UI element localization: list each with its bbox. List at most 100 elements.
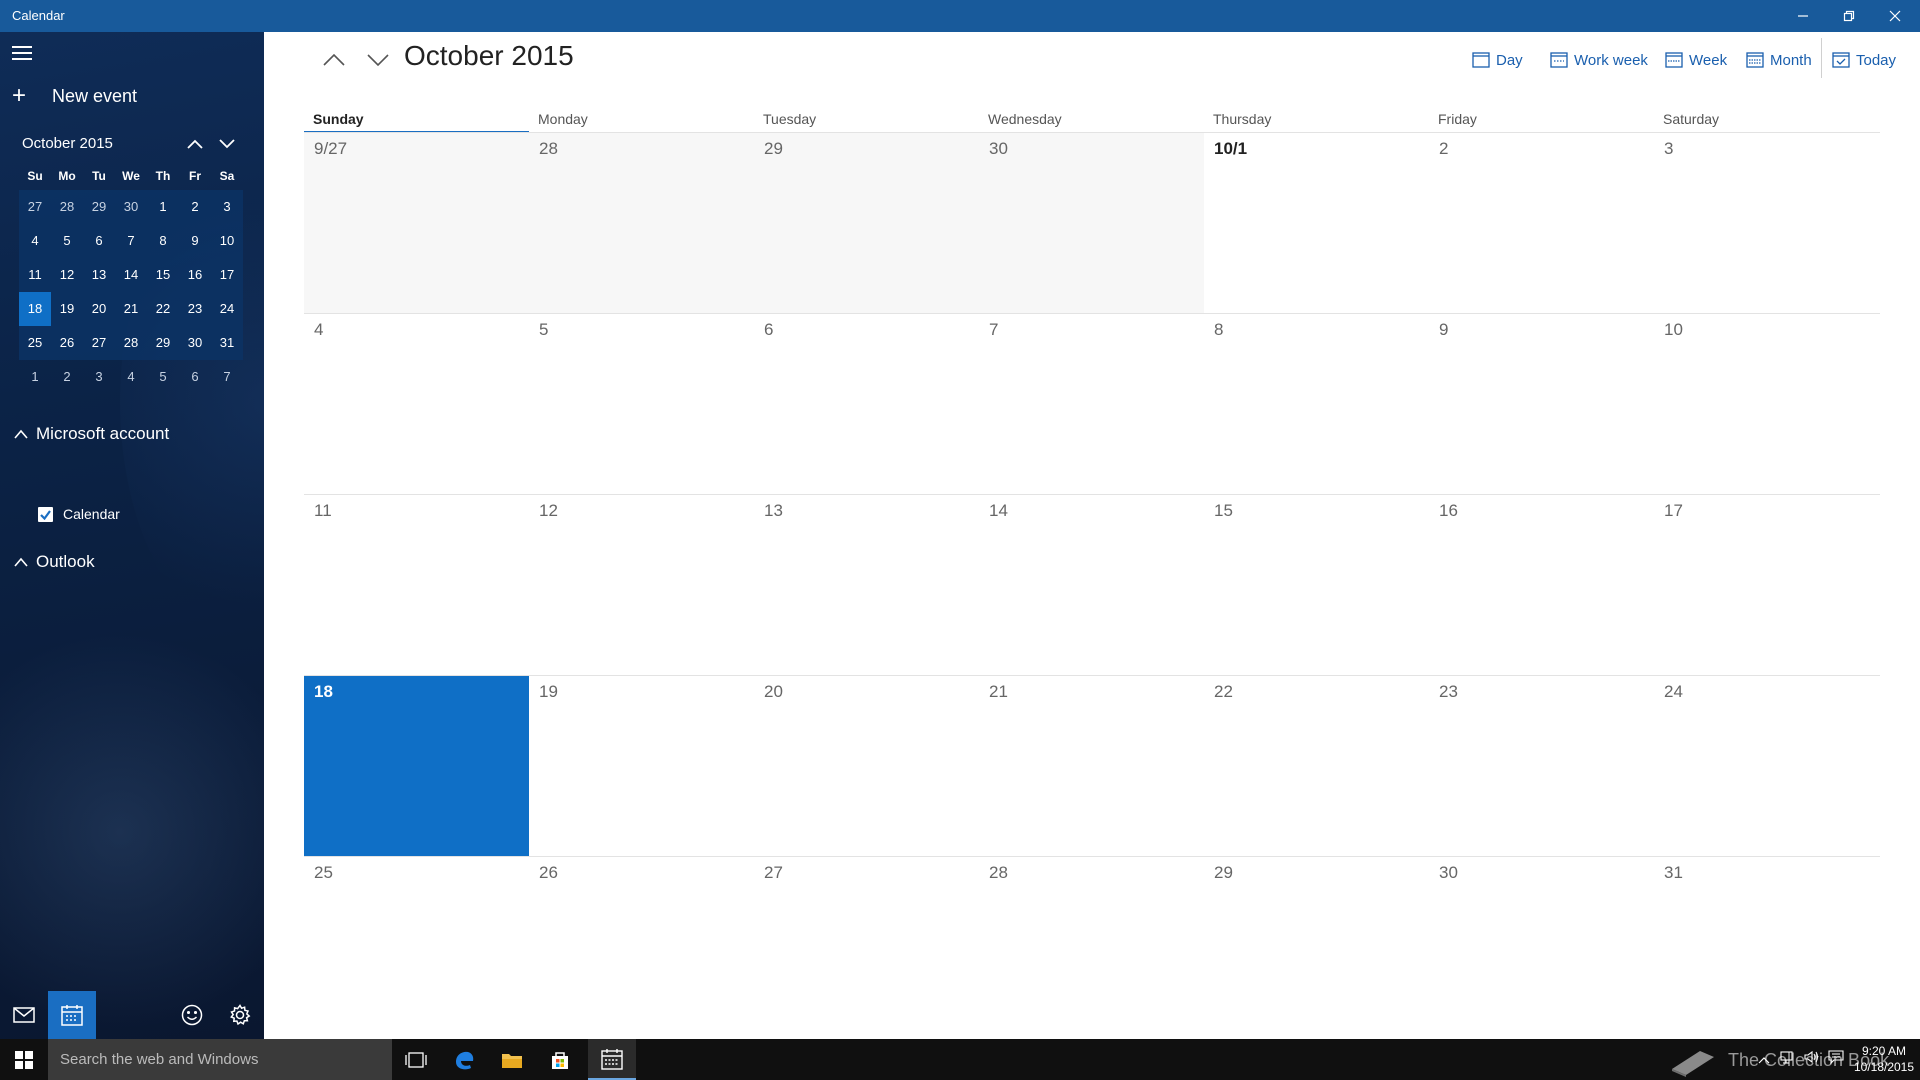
mini-calendar-day[interactable]: 11 — [19, 258, 51, 292]
mini-calendar-day[interactable]: 18 — [19, 292, 51, 326]
calendar-day-cell[interactable]: 7 — [979, 313, 1204, 494]
previous-month-button[interactable] — [316, 44, 352, 76]
mini-calendar-day[interactable]: 8 — [147, 224, 179, 258]
calendar-day-cell[interactable]: 14 — [979, 494, 1204, 675]
calendar-day-cell[interactable]: 22 — [1204, 675, 1429, 856]
calendar-day-cell[interactable]: 18 — [304, 675, 529, 856]
mini-calendar-day[interactable]: 5 — [147, 360, 179, 394]
calendar-day-cell[interactable]: 27 — [754, 856, 979, 1038]
calendar-day-cell[interactable]: 31 — [1654, 856, 1880, 1038]
mini-calendar-title[interactable]: October 2015 — [22, 135, 242, 152]
store-button[interactable] — [536, 1039, 584, 1080]
feedback-button[interactable] — [168, 991, 216, 1039]
calendar-day-cell[interactable]: 30 — [979, 132, 1204, 313]
mini-calendar-day[interactable]: 2 — [51, 360, 83, 394]
minimize-button[interactable] — [1780, 0, 1826, 32]
calendar-day-cell[interactable]: 24 — [1654, 675, 1880, 856]
calendar-day-cell[interactable]: 28 — [529, 132, 754, 313]
calendar-day-cell[interactable]: 19 — [529, 675, 754, 856]
edge-browser-button[interactable] — [440, 1039, 488, 1080]
next-month-button[interactable] — [360, 44, 396, 76]
file-explorer-button[interactable] — [488, 1039, 536, 1080]
calendar-day-cell[interactable]: 28 — [979, 856, 1204, 1038]
mini-calendar-next-button[interactable] — [216, 134, 238, 154]
calendar-day-cell[interactable]: 16 — [1429, 494, 1654, 675]
restore-button[interactable] — [1826, 0, 1872, 32]
mini-calendar-day[interactable]: 21 — [115, 292, 147, 326]
mini-calendar-day[interactable]: 28 — [115, 326, 147, 360]
mini-calendar-day[interactable]: 17 — [211, 258, 243, 292]
calendar-day-cell[interactable]: 29 — [754, 132, 979, 313]
calendar-day-cell[interactable]: 11 — [304, 494, 529, 675]
calendar-checkbox-item[interactable]: Calendar — [38, 506, 120, 522]
mini-calendar-day[interactable]: 19 — [51, 292, 83, 326]
taskbar-search-box[interactable]: Search the web and Windows — [48, 1039, 392, 1080]
calendar-day-cell[interactable]: 17 — [1654, 494, 1880, 675]
mini-calendar-day[interactable]: 27 — [19, 190, 51, 224]
calendar-day-cell[interactable]: 26 — [529, 856, 754, 1038]
mini-calendar-day[interactable]: 22 — [147, 292, 179, 326]
view-week-button[interactable]: Week — [1665, 44, 1727, 76]
calendar-app-taskbar-button[interactable] — [588, 1039, 636, 1080]
calendar-day-cell[interactable]: 21 — [979, 675, 1204, 856]
mini-calendar-day[interactable]: 27 — [83, 326, 115, 360]
mini-calendar-day[interactable]: 30 — [115, 190, 147, 224]
calendar-day-cell[interactable]: 6 — [754, 313, 979, 494]
mini-calendar-day[interactable]: 23 — [179, 292, 211, 326]
mini-calendar-day[interactable]: 10 — [211, 224, 243, 258]
mini-calendar-day[interactable]: 3 — [83, 360, 115, 394]
mini-calendar-day[interactable]: 30 — [179, 326, 211, 360]
view-month-button[interactable]: Month — [1746, 44, 1812, 76]
chevron-up-icon[interactable] — [1752, 1051, 1776, 1069]
calendar-day-cell[interactable]: 30 — [1429, 856, 1654, 1038]
calendar-day-cell[interactable]: 29 — [1204, 856, 1429, 1038]
calendar-day-cell[interactable]: 10 — [1654, 313, 1880, 494]
calendar-day-cell[interactable]: 9 — [1429, 313, 1654, 494]
mini-calendar-day[interactable]: 7 — [211, 360, 243, 394]
mini-calendar-day[interactable]: 4 — [115, 360, 147, 394]
mini-calendar-day[interactable]: 29 — [147, 326, 179, 360]
mini-calendar-day[interactable]: 5 — [51, 224, 83, 258]
mini-calendar-day[interactable]: 24 — [211, 292, 243, 326]
mini-calendar-day[interactable]: 31 — [211, 326, 243, 360]
view-week-label[interactable]: Week — [1689, 52, 1727, 69]
calendar-day-cell[interactable]: 10/1 — [1204, 132, 1429, 313]
calendar-day-cell[interactable]: 2 — [1429, 132, 1654, 313]
mini-calendar-day[interactable]: 3 — [211, 190, 243, 224]
calendar-day-cell[interactable]: 20 — [754, 675, 979, 856]
mini-calendar-day[interactable]: 20 — [83, 292, 115, 326]
today-button[interactable]: Today — [1832, 44, 1896, 76]
mini-calendar-day[interactable]: 13 — [83, 258, 115, 292]
account-microsoft-toggle[interactable]: Microsoft account — [14, 424, 169, 444]
calendar-day-cell[interactable]: 4 — [304, 313, 529, 494]
mini-calendar-day[interactable]: 12 — [51, 258, 83, 292]
calendar-day-cell[interactable]: 15 — [1204, 494, 1429, 675]
mail-button[interactable] — [0, 991, 48, 1039]
mini-calendar-day[interactable]: 1 — [147, 190, 179, 224]
mini-calendar-day[interactable]: 6 — [83, 224, 115, 258]
mini-calendar-day[interactable]: 28 — [51, 190, 83, 224]
calendar-day-cell[interactable]: 12 — [529, 494, 754, 675]
calendar-day-cell[interactable]: 13 — [754, 494, 979, 675]
view-day-button[interactable]: Day — [1472, 44, 1523, 76]
action-center-icon[interactable] — [1824, 1050, 1848, 1069]
mini-calendar-day[interactable]: 15 — [147, 258, 179, 292]
network-icon[interactable] — [1776, 1050, 1800, 1069]
mini-calendar-day[interactable]: 16 — [179, 258, 211, 292]
account-outlook-toggle[interactable]: Outlook — [14, 552, 95, 572]
calendar-day-cell[interactable]: 25 — [304, 856, 529, 1038]
mini-calendar-day[interactable]: 1 — [19, 360, 51, 394]
mini-calendar-day[interactable]: 29 — [83, 190, 115, 224]
start-button[interactable] — [0, 1039, 48, 1080]
calendar-day-cell[interactable]: 9/27 — [304, 132, 529, 313]
calendar-button[interactable] — [48, 991, 96, 1039]
calendar-day-cell[interactable]: 5 — [529, 313, 754, 494]
mini-calendar-day[interactable]: 14 — [115, 258, 147, 292]
mini-calendar-day[interactable]: 26 — [51, 326, 83, 360]
volume-icon[interactable] — [1800, 1050, 1824, 1069]
view-work-week-button[interactable]: Work week — [1550, 44, 1648, 76]
settings-button[interactable] — [216, 991, 264, 1039]
new-event-button[interactable]: + New event — [12, 84, 137, 108]
mini-calendar-day[interactable]: 6 — [179, 360, 211, 394]
mini-calendar-prev-button[interactable] — [184, 134, 206, 154]
